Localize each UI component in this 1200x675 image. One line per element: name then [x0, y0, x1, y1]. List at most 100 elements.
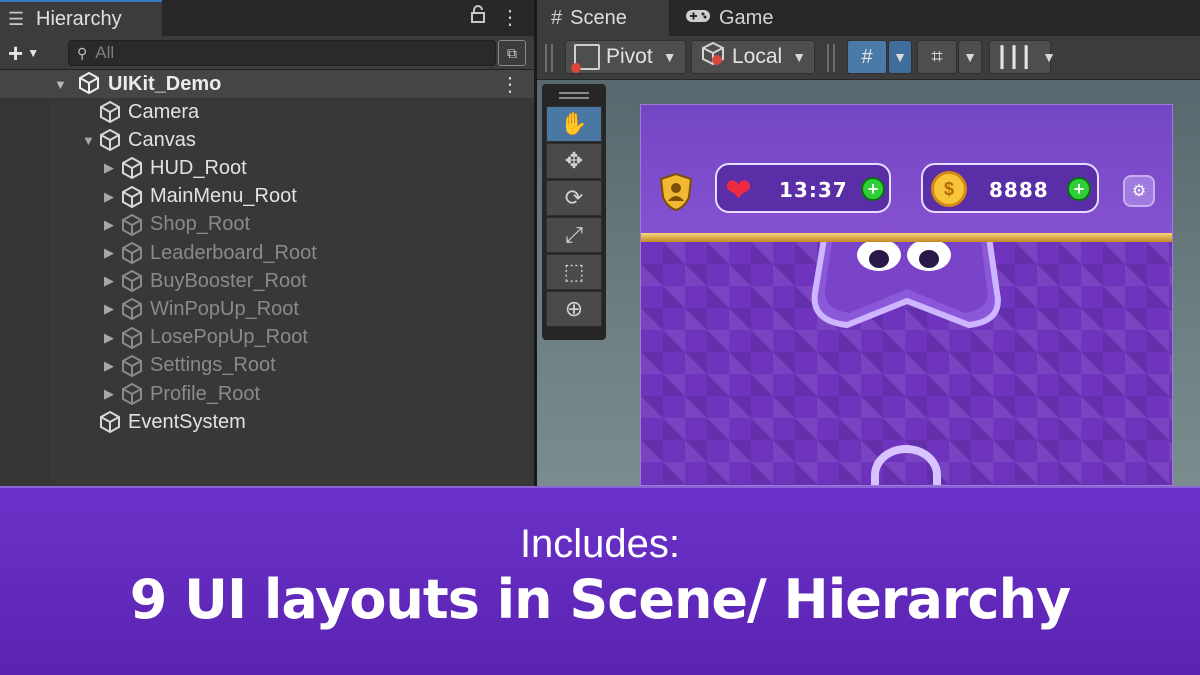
lives-timer: 13:37 [779, 178, 848, 202]
scene-search-toggle-icon[interactable]: ⧉ [498, 40, 526, 66]
expand-arrow-right-icon[interactable]: ▶ [104, 301, 120, 317]
search-icon: ⚲ [77, 44, 88, 61]
hierarchy-item-label: Shop_Root [150, 213, 251, 236]
tab-scene-label: Scene [570, 6, 627, 29]
gameobject-cube-icon [100, 100, 120, 124]
gameobject-cube-icon [122, 382, 142, 406]
hierarchy-tab-actions: ⋮ [470, 4, 520, 30]
space-dropdown[interactable]: Local ▼ [691, 40, 816, 74]
ruler-dropdown[interactable]: ┃┃┃ ▼ [989, 40, 1056, 74]
rect-tool[interactable]: ⬚ [546, 254, 602, 290]
tab-scene[interactable]: # Scene [537, 0, 669, 36]
gameobject-cube-icon [100, 129, 120, 152]
hierarchy-item[interactable]: ▶ Settings_Root [104, 352, 276, 380]
lock-icon[interactable] [470, 4, 486, 30]
create-button[interactable]: + ▼ [4, 38, 54, 68]
increment-snap-toggle[interactable]: ⌗ [917, 40, 957, 74]
expand-arrow-right-icon[interactable]: ▶ [104, 245, 120, 261]
tab-hierarchy[interactable]: ☰ Hierarchy [0, 0, 162, 36]
hierarchy-item-label: Canvas [128, 128, 196, 151]
hierarchy-gutter [0, 98, 50, 486]
gameobject-cube-icon [100, 411, 120, 434]
hierarchy-item-label: WinPopUp_Root [150, 297, 299, 320]
expand-arrow-right-icon[interactable]: ▶ [104, 160, 120, 176]
search-input[interactable] [95, 43, 476, 63]
hierarchy-item[interactable]: ▶ LosePopUp_Root [104, 324, 308, 352]
grid-snap-dropdown[interactable]: ▼ [888, 40, 912, 74]
monster-eyes-image [857, 239, 951, 271]
pivot-icon [571, 44, 600, 73]
scale-icon: ⤢ [565, 222, 583, 247]
expand-arrow-down-icon[interactable]: ▼ [82, 133, 98, 148]
ruler-icon: ┃┃┃ [996, 46, 1033, 69]
pivot-dropdown[interactable]: Pivot ▼ [565, 40, 686, 74]
expand-arrow-right-icon[interactable]: ▶ [104, 358, 120, 374]
expand-arrow-right-icon[interactable]: ▶ [104, 386, 120, 402]
expand-arrow-right-icon[interactable]: ▶ [104, 330, 120, 346]
magnet-grid-icon: ⌗ [931, 45, 943, 68]
chevron-down-icon: ▼ [1042, 49, 1056, 65]
scene-name: UIKit_Demo [108, 72, 222, 95]
game-canvas-preview[interactable]: ❤ 13:37 + $ 8888 + ⚙ [640, 104, 1173, 486]
list-icon: ☰ [8, 8, 25, 29]
rotate-tool[interactable]: ⟳ [546, 180, 602, 216]
add-lives-button[interactable]: + [861, 177, 885, 201]
shield-avatar-icon[interactable] [659, 173, 693, 211]
hierarchy-item[interactable]: EventSystem [82, 408, 246, 436]
hierarchy-panel: ☰ Hierarchy ⋮ + ▼ ⚲ ⧉ ▼ UIKit_Demo ⋮ Cam… [0, 0, 534, 486]
hand-tool[interactable]: ✋ [546, 106, 602, 142]
move-tool[interactable]: ✥ [546, 143, 602, 179]
palette-grip[interactable] [545, 88, 603, 102]
pivot-label: Pivot [606, 45, 653, 68]
tab-game-label: Game [719, 6, 774, 29]
unity-scene-icon [79, 72, 99, 94]
scale-tool[interactable]: ⤢ [546, 217, 602, 253]
scene-panel: # Scene Game Pivot ▼ Local ▼ # ▼ ⌗ ▼ ┃┃┃… [537, 0, 1200, 486]
gameobject-cube-icon [122, 157, 142, 180]
search-field[interactable]: ⚲ [68, 40, 496, 66]
settings-gear-icon[interactable]: ⚙ [1123, 175, 1155, 207]
scene-menu-icon[interactable]: ⋮ [500, 72, 520, 97]
coins-value: 8888 [989, 178, 1049, 202]
expand-arrow-right-icon[interactable]: ▶ [104, 189, 120, 205]
hierarchy-item[interactable]: ▼ Canvas [82, 126, 196, 154]
hierarchy-item[interactable]: ▶ MainMenu_Root [104, 183, 297, 211]
toolbar-grip[interactable] [827, 44, 835, 72]
chevron-down-icon: ▼ [662, 49, 677, 65]
hierarchy-item[interactable]: Camera [82, 98, 199, 126]
chevron-down-icon: ▼ [792, 49, 807, 65]
hierarchy-tab-bar: ☰ Hierarchy ⋮ [0, 0, 534, 36]
rect-transform-icon: ⬚ [563, 259, 585, 284]
hierarchy-item[interactable]: ▶ Leaderboard_Root [104, 239, 317, 267]
hierarchy-item-label: Camera [128, 100, 200, 123]
hierarchy-item[interactable]: ▶ HUD_Root [104, 154, 247, 182]
grid-snap-icon: # [861, 45, 873, 68]
gamepad-icon [685, 7, 711, 30]
transform-icon: ⊕ [564, 296, 584, 321]
tools-palette: ✋ ✥ ⟳ ⤢ ⬚ ⊕ [542, 84, 606, 340]
expand-arrow-right-icon[interactable]: ▶ [104, 217, 120, 233]
hierarchy-item[interactable]: ▶ Profile_Root [104, 380, 260, 408]
chevron-down-icon: ▼ [27, 46, 40, 60]
coins-counter: $ 8888 + [921, 163, 1099, 213]
grid-snap-toggle[interactable]: # [847, 40, 887, 74]
hierarchy-item[interactable]: ▶ WinPopUp_Root [104, 295, 299, 323]
scene-toolbar: Pivot ▼ Local ▼ # ▼ ⌗ ▼ ┃┃┃ ▼ [537, 36, 1200, 80]
expand-arrow-icon[interactable]: ▼ [54, 77, 67, 92]
scene-root-row[interactable]: ▼ UIKit_Demo ⋮ [0, 70, 534, 98]
gameobject-cube-icon [122, 326, 142, 349]
hierarchy-item[interactable]: ▶ Shop_Root [104, 211, 250, 239]
move-arrows-icon: ✥ [564, 148, 584, 173]
hierarchy-item[interactable]: ▶ BuyBooster_Root [104, 267, 307, 295]
promo-banner: Includes: 9 UI layouts in Scene/ Hierarc… [0, 486, 1200, 675]
kebab-menu-icon[interactable]: ⋮ [500, 5, 520, 30]
gameobject-cube-icon [122, 270, 142, 293]
transform-tool[interactable]: ⊕ [546, 291, 602, 327]
tab-game[interactable]: Game [685, 0, 773, 36]
expand-arrow-right-icon[interactable]: ▶ [104, 273, 120, 289]
scene-tab-bar: # Scene Game [537, 0, 1200, 36]
add-coins-button[interactable]: + [1067, 177, 1091, 201]
toolbar-grip[interactable] [545, 44, 553, 72]
increment-snap-dropdown[interactable]: ▼ [958, 40, 982, 74]
gameobject-cube-icon [122, 298, 142, 321]
